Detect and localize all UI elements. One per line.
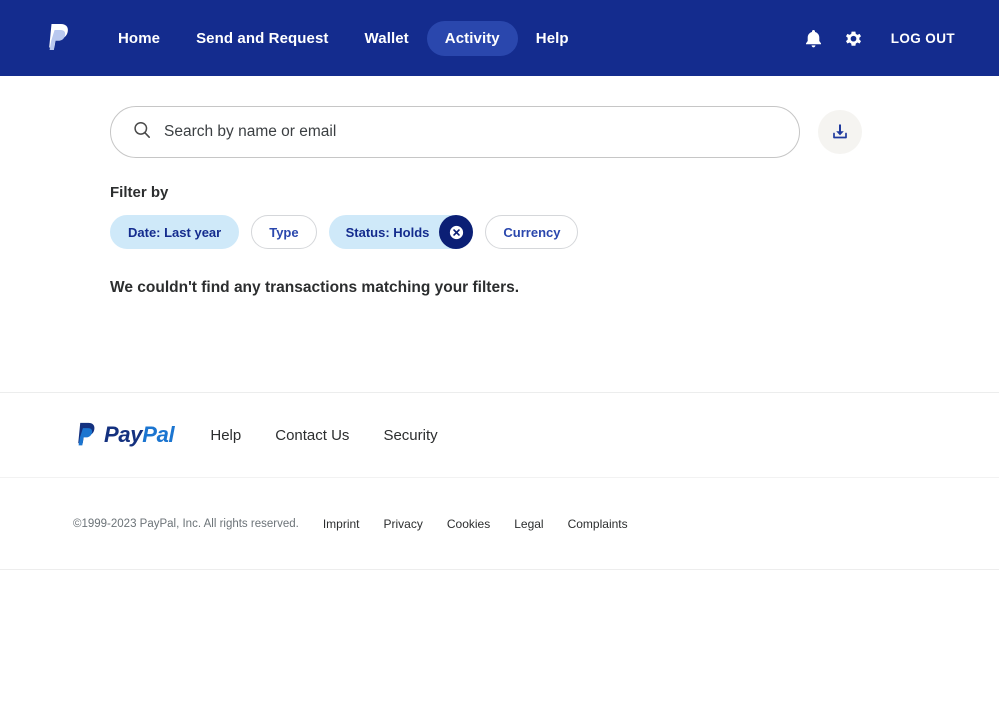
header-actions: LOG OUT <box>803 27 955 49</box>
nav-item-help[interactable]: Help <box>518 21 587 56</box>
filter-by-label: Filter by <box>110 184 169 201</box>
nav-item-activity[interactable]: Activity <box>426 20 518 56</box>
settings-gear-icon[interactable] <box>843 27 865 49</box>
legal-link-complaints[interactable]: Complaints <box>568 517 628 531</box>
nav-item-wallet[interactable]: Wallet <box>347 21 427 56</box>
download-icon <box>833 124 847 139</box>
search-row <box>0 76 999 158</box>
top-navigation-bar: Home Send and Request Wallet Activity He… <box>0 0 999 76</box>
nav-item-send-and-request[interactable]: Send and Request <box>178 21 346 56</box>
search-icon <box>133 121 151 144</box>
search-input[interactable] <box>164 123 764 141</box>
close-x-icon <box>449 225 464 239</box>
legal-link-legal[interactable]: Legal <box>514 517 543 531</box>
footer-link-help[interactable]: Help <box>210 427 241 444</box>
paypal-wordmark-pay: Pay <box>104 422 143 447</box>
legal-link-cookies[interactable]: Cookies <box>447 517 490 531</box>
download-statement-button[interactable] <box>818 110 862 154</box>
legal-link-imprint[interactable]: Imprint <box>323 517 360 531</box>
legal-link-list: Imprint Privacy Cookies Legal Complaints <box>323 517 628 531</box>
page-tail-whitespace <box>0 570 999 700</box>
nav-item-home[interactable]: Home <box>100 21 178 56</box>
filter-chip-currency[interactable]: Currency <box>485 215 579 249</box>
logout-button[interactable]: LOG OUT <box>891 31 955 46</box>
activity-main-content: Filter by Date: Last year Type Status: H… <box>0 76 999 392</box>
paypal-wordmark-pal: Pal <box>142 422 175 447</box>
filter-chip-status-label: Status: Holds <box>345 224 430 240</box>
main-nav: Home Send and Request Wallet Activity He… <box>100 20 587 56</box>
search-box[interactable] <box>110 106 800 158</box>
filter-chip-type[interactable]: Type <box>251 215 317 249</box>
footer-link-contact-us[interactable]: Contact Us <box>275 427 349 444</box>
paypal-wordmark-logo: Pay Pal <box>72 422 175 448</box>
footer-link-list: Help Contact Us Security <box>210 427 437 444</box>
paypal-monogram-icon[interactable] <box>42 21 72 55</box>
filter-chip-date[interactable]: Date: Last year <box>110 215 240 249</box>
copyright-text: ©1999-2023 PayPal, Inc. All rights reser… <box>73 517 299 530</box>
legal-link-privacy[interactable]: Privacy <box>384 517 423 531</box>
footer-link-security[interactable]: Security <box>383 427 437 444</box>
footer-secondary: ©1999-2023 PayPal, Inc. All rights reser… <box>0 477 999 570</box>
filter-chip-status[interactable]: Status: Holds <box>328 215 474 249</box>
filter-chip-row: Date: Last year Type Status: Holds Curre… <box>0 215 999 249</box>
filter-chip-status-clear-button[interactable] <box>439 215 474 249</box>
footer-primary: Pay Pal Help Contact Us Security <box>0 392 999 477</box>
paypal-monogram-icon <box>78 422 95 446</box>
notification-bell-icon[interactable] <box>803 27 825 49</box>
empty-results-message: We couldn't find any transactions matchi… <box>110 279 520 296</box>
